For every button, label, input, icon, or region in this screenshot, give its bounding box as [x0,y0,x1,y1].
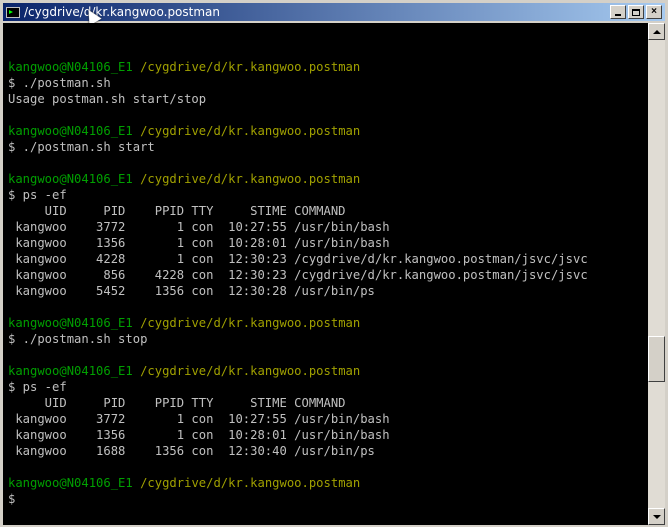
prompt-path: /cygdrive/d/kr.kangwoo.postman [132,124,361,138]
window-title: /cygdrive/d/kr.kangwoo.postman [24,5,221,19]
terminal-output[interactable]: kangwoo@N04106_E1 /cygdrive/d/kr.kangwoo… [3,23,648,525]
output-line: kangwoo 3772 1 con 10:27:55 /usr/bin/bas… [8,220,390,234]
output-line: kangwoo 3772 1 con 10:27:55 /usr/bin/bas… [8,412,390,426]
output-line: UID PID PPID TTY STIME COMMAND [8,204,346,218]
close-button[interactable]: × [646,5,662,19]
minimize-icon [615,14,621,16]
prompt-line: kangwoo@N04106_E1 /cygdrive/d/kr.kangwoo… [8,475,648,491]
prompt-user: kangwoo@N04106_E1 [8,364,133,378]
arrow-down-icon [652,514,661,519]
output-line: kangwoo 1356 1 con 10:28:01 /usr/bin/bas… [8,236,390,250]
vertical-scrollbar[interactable] [648,23,665,525]
prompt-line: kangwoo@N04106_E1 /cygdrive/d/kr.kangwoo… [8,59,648,75]
prompt-line: kangwoo@N04106_E1 /cygdrive/d/kr.kangwoo… [8,315,648,331]
output-line: UID PID PPID TTY STIME COMMAND [8,396,346,410]
prompt-line: kangwoo@N04106_E1 /cygdrive/d/kr.kangwoo… [8,171,648,187]
minimize-button[interactable] [610,5,626,19]
maximize-button[interactable] [628,5,644,19]
prompt-user: kangwoo@N04106_E1 [8,172,133,186]
arrow-up-icon [652,29,661,34]
prompt-path: /cygdrive/d/kr.kangwoo.postman [132,316,361,330]
prompt-line: kangwoo@N04106_E1 /cygdrive/d/kr.kangwoo… [8,363,648,379]
scroll-down-button[interactable] [648,508,665,525]
terminal-lines: kangwoo@N04106_E1 /cygdrive/d/kr.kangwoo… [3,23,648,507]
maximize-icon [632,8,640,16]
output-line: kangwoo 1688 1356 con 12:30:40 /usr/bin/… [8,444,375,458]
terminal-window: /cygdrive/d/kr.kangwoo.postman × kangwoo… [0,0,668,527]
output-line: kangwoo 1356 1 con 10:28:01 /usr/bin/bas… [8,428,390,442]
output-line: $ ./postman.sh [8,76,111,90]
output-line: $ ./postman.sh start [8,140,155,154]
window-controls: × [608,5,662,19]
prompt-path: /cygdrive/d/kr.kangwoo.postman [132,476,361,490]
prompt-path: /cygdrive/d/kr.kangwoo.postman [132,60,361,74]
output-line: $ ./postman.sh stop [8,332,148,346]
title-bar[interactable]: /cygdrive/d/kr.kangwoo.postman × [3,3,665,26]
output-line: kangwoo 856 4228 con 12:30:23 /cygdrive/… [8,268,588,282]
output-line: $ ps -ef [8,188,67,202]
scroll-up-button[interactable] [648,23,665,40]
output-line: Usage postman.sh start/stop [8,92,207,106]
terminal-app-icon[interactable] [6,5,20,19]
prompt-user: kangwoo@N04106_E1 [8,316,133,330]
prompt-user: kangwoo@N04106_E1 [8,124,133,138]
prompt-path: /cygdrive/d/kr.kangwoo.postman [132,172,361,186]
prompt-user: kangwoo@N04106_E1 [8,60,133,74]
scroll-thumb[interactable] [648,336,665,382]
output-line: $ ps -ef [8,380,67,394]
output-line: kangwoo 4228 1 con 12:30:23 /cygdrive/d/… [8,252,588,266]
prompt-line: kangwoo@N04106_E1 /cygdrive/d/kr.kangwoo… [8,123,648,139]
output-line: $ [8,492,16,506]
prompt-user: kangwoo@N04106_E1 [8,476,133,490]
prompt-path: /cygdrive/d/kr.kangwoo.postman [132,364,361,378]
close-icon: × [651,6,657,17]
output-line: kangwoo 5452 1356 con 12:30:28 /usr/bin/… [8,284,375,298]
